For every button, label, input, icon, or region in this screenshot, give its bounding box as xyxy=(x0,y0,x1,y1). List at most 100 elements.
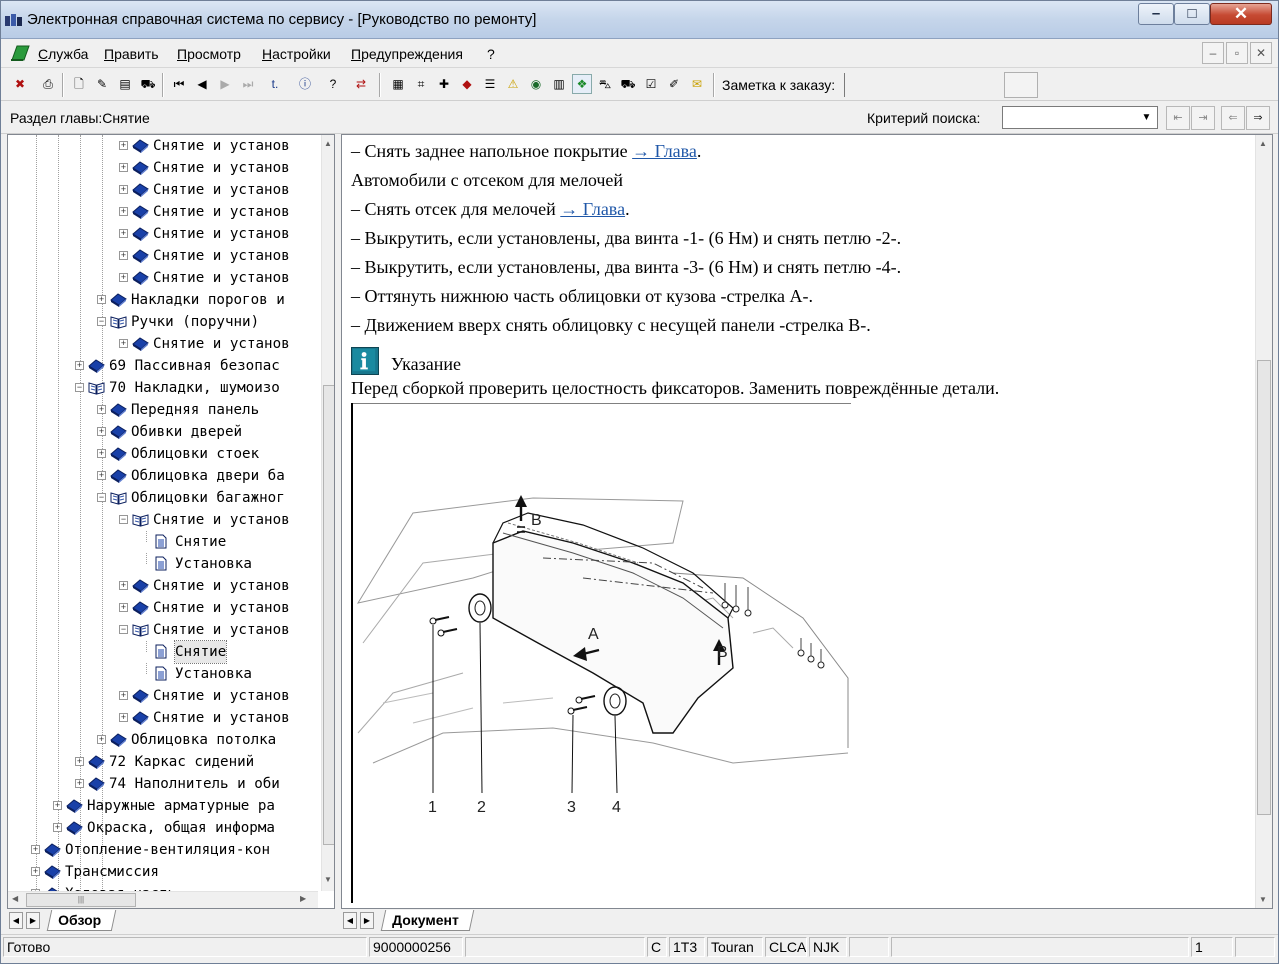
exit-icon[interactable]: ✖ xyxy=(10,74,30,94)
search-forward-button[interactable]: ⇥ xyxy=(1191,106,1215,130)
scroll-right-icon[interactable]: ▶ xyxy=(300,894,306,903)
diagnosis-icon[interactable]: ✚ xyxy=(434,74,454,94)
tree-item[interactable]: Снятие xyxy=(8,640,316,664)
document-pane[interactable]: – Снять заднее напольное покрытие → Глав… xyxy=(341,134,1273,909)
search-back-button[interactable]: ⇤ xyxy=(1166,106,1190,130)
tree-item[interactable]: + Обивки дверей xyxy=(8,421,316,443)
tab-next-icon[interactable]: ▶ xyxy=(26,912,40,929)
tree-item[interactable]: + Трансмиссия xyxy=(8,861,316,883)
green-book-icon[interactable]: ❖ xyxy=(572,74,592,94)
document-list-icon[interactable]: ▤ xyxy=(115,74,135,94)
tab-document[interactable]: Документ xyxy=(380,910,474,931)
expand-icon[interactable]: + xyxy=(97,405,106,414)
menu-warnings[interactable]: Предупреждения xyxy=(351,46,463,62)
doc-tab-prev-icon[interactable]: ◀ xyxy=(343,912,357,929)
print-icon[interactable]: ⎙ xyxy=(38,74,58,94)
first-page-icon[interactable]: ⏮ xyxy=(169,74,189,94)
next-page-icon[interactable]: ▶ xyxy=(215,74,235,94)
tree-item[interactable]: + Отопление-вентиляция-кон xyxy=(8,839,316,861)
scroll-down-icon[interactable]: ▼ xyxy=(324,875,332,884)
tree-item[interactable]: + Облицовка потолка xyxy=(8,729,316,751)
checklist-icon[interactable]: ☑ xyxy=(641,74,661,94)
collapse-icon[interactable]: − xyxy=(119,625,128,634)
expand-icon[interactable]: + xyxy=(53,823,62,832)
collapse-icon[interactable]: − xyxy=(97,493,106,502)
expand-icon[interactable]: + xyxy=(119,163,128,172)
tab-overview[interactable]: Обзор xyxy=(46,910,117,931)
warning-icon[interactable]: ⚠ xyxy=(503,74,523,94)
tree-item[interactable]: + Снятие и установ xyxy=(8,333,316,355)
expand-icon[interactable]: + xyxy=(119,141,128,150)
globe-icon[interactable]: ◉ xyxy=(526,74,546,94)
menu-help[interactable]: ? xyxy=(487,46,495,62)
tree-item[interactable]: Установка xyxy=(8,553,316,575)
close-button[interactable]: ✕ xyxy=(1210,3,1272,25)
minimize-button[interactable]: – xyxy=(1138,3,1174,25)
scroll-up-icon[interactable]: ▲ xyxy=(324,139,332,148)
expand-icon[interactable]: + xyxy=(97,427,106,436)
collapse-icon[interactable]: − xyxy=(119,515,128,524)
manual-icon[interactable]: ▦ xyxy=(388,74,408,94)
wiring-icon[interactable]: ⌗ xyxy=(411,74,431,94)
order-note-button[interactable] xyxy=(1004,72,1038,98)
expand-icon[interactable]: + xyxy=(31,867,40,876)
expand-icon[interactable]: + xyxy=(119,339,128,348)
expand-icon[interactable]: + xyxy=(119,603,128,612)
tab-prev-icon[interactable]: ◀ xyxy=(9,912,23,929)
menu-service[interactable]: Служба xyxy=(38,46,88,62)
expand-icon[interactable]: + xyxy=(119,691,128,700)
tree-item[interactable]: + Снятие и установ xyxy=(8,245,316,267)
vehicle-icon[interactable]: ⛍ xyxy=(595,74,615,94)
edit-document-icon[interactable]: ✎ xyxy=(92,74,112,94)
expand-icon[interactable]: + xyxy=(75,779,84,788)
maximize-button[interactable]: □ xyxy=(1174,3,1210,25)
expand-icon[interactable]: + xyxy=(97,449,106,458)
tree-item[interactable]: +Ходовая часть xyxy=(8,883,316,891)
menu-edit[interactable]: Править xyxy=(104,46,159,62)
car-icon[interactable]: ⛟ xyxy=(138,74,158,94)
tree-item[interactable]: +69 Пассивная безопас xyxy=(8,355,316,377)
tree-horizontal-scrollbar[interactable]: ◀ ||| ▶ xyxy=(8,891,318,908)
expand-icon[interactable]: + xyxy=(75,757,84,766)
tree-item[interactable]: Снятие xyxy=(8,531,316,553)
tree-item[interactable]: +72 Каркас сидений xyxy=(8,751,316,773)
tree-item[interactable]: + Снятие и установ xyxy=(8,201,316,223)
tree-item[interactable]: + Передняя панель xyxy=(8,399,316,421)
expand-icon[interactable]: + xyxy=(97,735,106,744)
info-icon[interactable]: ⓘ xyxy=(295,74,315,94)
tree-item[interactable]: − Облицовки багажног xyxy=(8,487,316,509)
redbook-icon[interactable]: ◆ xyxy=(457,74,477,94)
tree-item[interactable]: − Снятие и установ xyxy=(8,509,316,531)
navigation-tree[interactable]: + Снятие и установ + Снятие и установ + Сняти… xyxy=(7,134,335,909)
document-vertical-scrollbar[interactable]: ▲ ▼ xyxy=(1255,135,1272,908)
list-icon[interactable]: ☰ xyxy=(480,74,500,94)
doc-tab-next-icon[interactable]: ▶ xyxy=(360,912,374,929)
tree-item[interactable]: +74 Наполнитель и оби xyxy=(8,773,316,795)
tree-vertical-scrollbar[interactable]: ▲ ▼ xyxy=(321,135,334,891)
tree-item[interactable]: + Облицовка двери ба xyxy=(8,465,316,487)
tree-item[interactable]: + Снятие и установ xyxy=(8,685,316,707)
tree-item[interactable]: − Ручки (поручни) xyxy=(8,311,316,333)
search-criteria-combo[interactable]: ▼ xyxy=(1002,106,1158,129)
expand-icon[interactable]: + xyxy=(53,801,62,810)
tree-item[interactable]: − 70 Накладки, шумоизо xyxy=(8,377,316,399)
expand-icon[interactable]: + xyxy=(119,581,128,590)
expand-icon[interactable]: + xyxy=(119,251,128,260)
title-bar[interactable]: Электронная справочная система по сервис… xyxy=(1,1,1278,39)
mdi-close-button[interactable]: ✕ xyxy=(1250,42,1272,64)
tree-item[interactable]: + Окраска, общая информа xyxy=(8,817,316,839)
last-page-icon[interactable]: ⏭ xyxy=(238,74,258,94)
expand-icon[interactable]: + xyxy=(119,273,128,282)
expand-icon[interactable]: + xyxy=(97,471,106,480)
tree-item[interactable]: − Снятие и установ xyxy=(8,619,316,641)
doc-scroll-down-icon[interactable]: ▼ xyxy=(1259,895,1267,904)
tree-item[interactable]: + Снятие и установ xyxy=(8,267,316,289)
expand-icon[interactable]: + xyxy=(119,229,128,238)
tree-item[interactable]: + Накладки порогов и xyxy=(8,289,316,311)
chevron-down-icon[interactable]: ▼ xyxy=(1138,109,1155,126)
notes-icon[interactable]: ✐ xyxy=(664,74,684,94)
swap-icon[interactable]: ⇄ xyxy=(351,74,371,94)
mdi-minimize-button[interactable]: – xyxy=(1202,42,1224,64)
search-next-button[interactable]: ⇒ xyxy=(1246,106,1270,130)
previous-page-icon[interactable]: ◀ xyxy=(192,74,212,94)
